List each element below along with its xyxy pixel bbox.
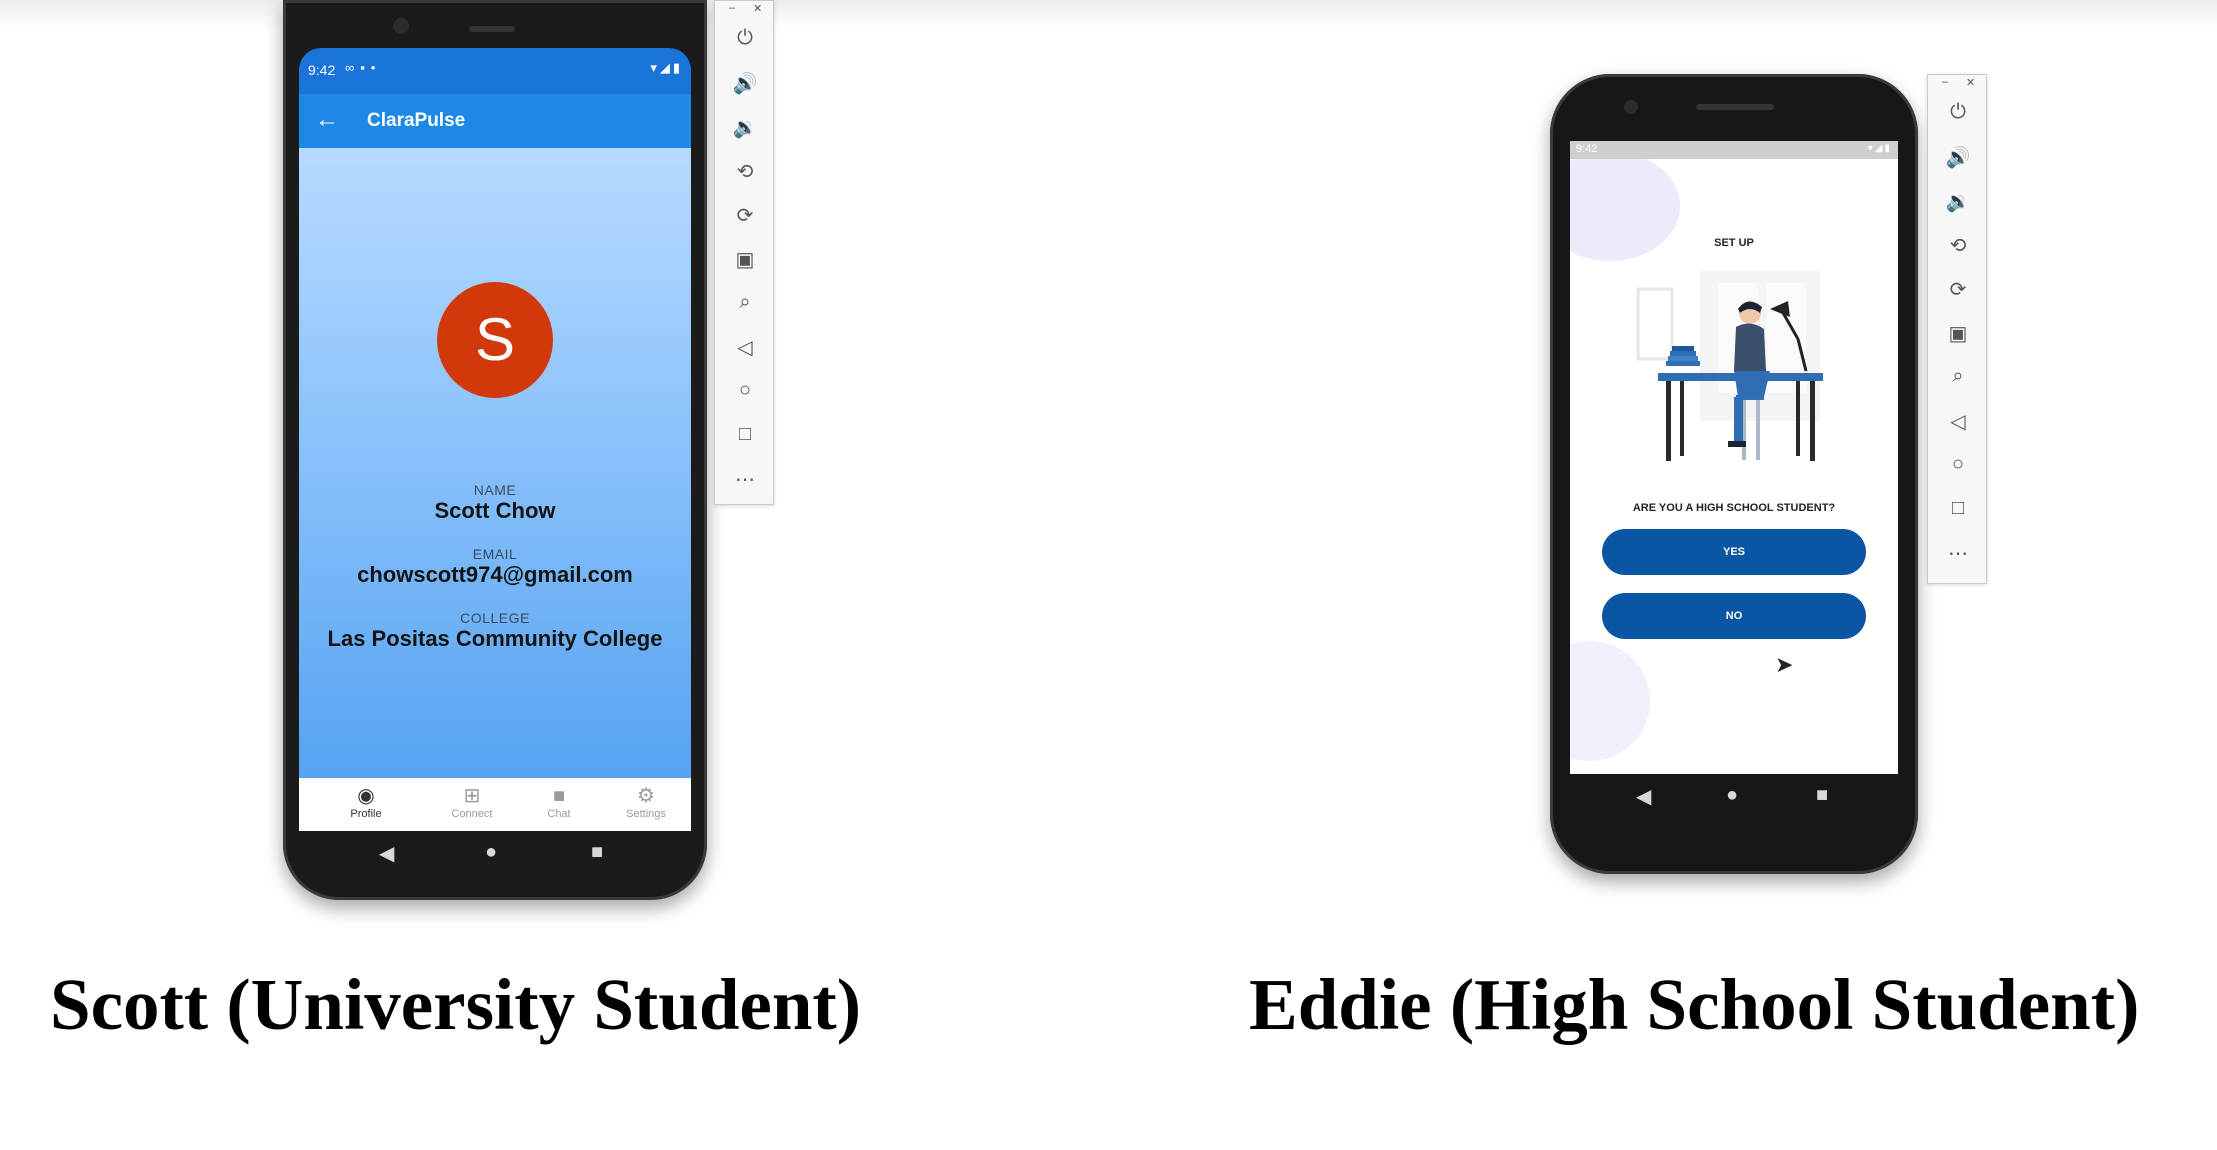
phone-eddie: 9:42 ▾◢▮ SET UP ARE YOU A HIGH SCHOOL ST…	[1550, 74, 1918, 874]
volume-up-icon[interactable]: 🔊	[715, 71, 775, 96]
back-icon[interactable]: ◁	[1928, 409, 1988, 434]
name-value: Scott Chow	[434, 498, 556, 523]
app-bar: ← ClaraPulse	[299, 94, 691, 148]
system-home-icon[interactable]: ●	[1726, 784, 1738, 807]
caption-eddie: Eddie (High School Student)	[1249, 964, 2140, 1045]
avatar: S	[437, 282, 553, 398]
gear-icon: ⚙	[637, 785, 655, 807]
window-controls: – ✕	[715, 1, 775, 19]
camera-icon[interactable]: ▣	[715, 247, 775, 272]
person-circle-icon: ◉	[357, 785, 375, 807]
status-bar: 9:42 ∞▪• ▾◢▮	[299, 48, 691, 94]
rotate-left-icon[interactable]: ⟲	[715, 159, 775, 184]
yes-button[interactable]: YES	[1602, 529, 1866, 575]
email-value: chowscott974@gmail.com	[357, 562, 633, 587]
nav-profile[interactable]: ◉ Profile	[321, 786, 411, 820]
earpiece-speaker	[469, 26, 515, 32]
college-value: Las Positas Community College	[327, 626, 663, 651]
volume-down-icon[interactable]: 🔉	[1928, 189, 1988, 214]
nav-label: Connect	[451, 808, 493, 820]
nav-label: Profile	[350, 808, 382, 820]
mouse-cursor-icon: ➤	[1775, 652, 1794, 677]
system-nav-bar: ◀ ● ■	[299, 831, 691, 877]
system-nav-bar: ◀ ● ■	[1570, 774, 1898, 814]
profile-content: S NAME Scott Chow EMAIL chowscott974@gma…	[299, 148, 691, 778]
phone-screen: 9:42 ∞▪• ▾◢▮ ← ClaraPulse S NAME Scott C…	[299, 48, 691, 831]
power-icon[interactable]: ⏻	[715, 27, 775, 50]
zoom-icon[interactable]: ⌕	[715, 291, 775, 314]
no-button[interactable]: NO	[1602, 593, 1866, 639]
question-text: ARE YOU A HIGH SCHOOL STUDENT?	[1632, 502, 1836, 514]
system-overview-icon[interactable]: ■	[1816, 784, 1828, 807]
window-controls: – ✕	[1928, 75, 1988, 93]
phone-screen: 9:42 ▾◢▮ SET UP ARE YOU A HIGH SCHOOL ST…	[1570, 141, 1898, 774]
minimize-icon[interactable]: –	[1942, 76, 1948, 88]
front-camera	[393, 18, 409, 34]
close-icon[interactable]: ✕	[1966, 76, 1975, 89]
status-time: 9:42	[1576, 143, 1598, 155]
power-icon[interactable]: ⏻	[1928, 101, 1988, 124]
notification-icons: ∞▪•	[345, 60, 382, 75]
setup-title: SET UP	[1714, 237, 1754, 249]
earpiece-speaker	[1696, 104, 1774, 110]
system-overview-icon[interactable]: ■	[591, 841, 603, 864]
more-icon[interactable]: ⋯	[1928, 541, 1988, 566]
student-desk-illustration	[1630, 271, 1840, 471]
volume-down-icon[interactable]: 🔉	[715, 115, 775, 140]
system-back-icon[interactable]: ◀	[379, 841, 394, 866]
app-title: ClaraPulse	[367, 110, 466, 131]
system-back-icon[interactable]: ◀	[1636, 784, 1651, 809]
overview-icon[interactable]: □	[715, 423, 775, 446]
bottom-nav: ◉ Profile ⊞ Connect ■ Chat ⚙ Settings	[299, 778, 691, 831]
system-home-icon[interactable]: ●	[485, 841, 497, 864]
email-label: EMAIL	[472, 546, 518, 562]
minimize-icon[interactable]: –	[729, 2, 735, 14]
rotate-right-icon[interactable]: ⟳	[1928, 277, 1988, 302]
status-bar: 9:42 ▾◢▮	[1570, 141, 1898, 159]
video-camera-icon: ■	[552, 785, 566, 807]
rotate-right-icon[interactable]: ⟳	[715, 203, 775, 228]
nav-label: Chat	[547, 808, 571, 820]
college-label: COLLEGE	[460, 610, 530, 626]
add-box-icon: ⊞	[463, 785, 481, 807]
nav-settings[interactable]: ⚙ Settings	[601, 786, 691, 820]
home-icon[interactable]: ○	[1928, 453, 1988, 476]
close-icon[interactable]: ✕	[753, 2, 762, 15]
volume-up-icon[interactable]: 🔊	[1928, 145, 1988, 170]
signal-battery-icons: ▾◢▮	[650, 60, 683, 75]
overview-icon[interactable]: □	[1928, 497, 1988, 520]
zoom-icon[interactable]: ⌕	[1928, 365, 1988, 388]
home-icon[interactable]: ○	[715, 379, 775, 402]
nav-label: Settings	[626, 808, 666, 820]
more-icon[interactable]: ⋯	[715, 467, 775, 492]
rotate-left-icon[interactable]: ⟲	[1928, 233, 1988, 258]
status-time: 9:42	[308, 62, 336, 78]
nav-chat[interactable]: ■ Chat	[514, 786, 604, 820]
emulator-toolbar-right: – ✕ ⏻ 🔊 🔉 ⟲ ⟳ ▣ ⌕ ◁ ○ □ ⋯	[1927, 74, 1987, 584]
background-blob	[1570, 641, 1650, 761]
caption-scott: Scott (University Student)	[50, 964, 862, 1045]
nav-connect[interactable]: ⊞ Connect	[427, 786, 517, 820]
emulator-toolbar-left: – ✕ ⏻ 🔊 🔉 ⟲ ⟳ ▣ ⌕ ◁ ○ □ ⋯	[714, 0, 774, 505]
back-icon[interactable]: ◁	[715, 335, 775, 360]
name-label: NAME	[473, 482, 517, 498]
phone-scott: 9:42 ∞▪• ▾◢▮ ← ClaraPulse S NAME Scott C…	[283, 0, 707, 900]
signal-battery-icons: ▾◢▮	[1867, 143, 1892, 154]
back-arrow-icon[interactable]: ←	[315, 106, 339, 134]
front-camera	[1624, 100, 1638, 114]
camera-icon[interactable]: ▣	[1928, 321, 1988, 346]
